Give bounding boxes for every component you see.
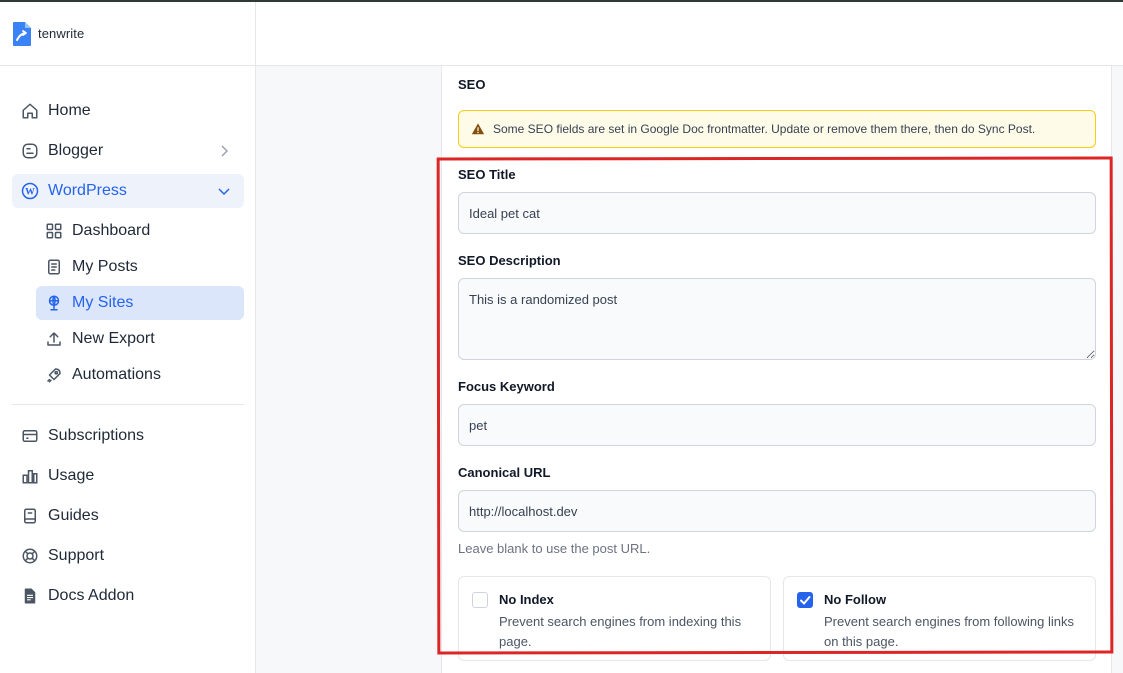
seo-description-label: SEO Description [458, 253, 561, 268]
svg-text:W: W [25, 186, 35, 197]
focus-keyword-label: Focus Keyword [458, 379, 555, 394]
sidebar-item-label: Subscriptions [48, 427, 145, 444]
sidebar-item-label: Home [48, 102, 91, 119]
no-index-description: Prevent search engines from indexing thi… [499, 614, 742, 649]
sidebar-item-label: Guides [48, 507, 99, 524]
sidebar-item-my-posts[interactable]: My Posts [36, 250, 244, 284]
sidebar-item-guides[interactable]: Guides [12, 499, 244, 533]
frontmatter-warning-alert: Some SEO fields are set in Google Doc fr… [458, 110, 1096, 148]
sidebar-item-dashboard[interactable]: Dashboard [36, 214, 244, 248]
sidebar-item-my-sites[interactable]: My Sites [36, 286, 244, 320]
no-index-title: No Index [499, 592, 554, 607]
blogger-icon [20, 141, 40, 161]
no-follow-option[interactable]: No Follow Prevent search engines from fo… [783, 576, 1096, 661]
tenwrite-logo-icon [12, 21, 32, 47]
sidebar-item-support[interactable]: Support [12, 539, 244, 573]
canonical-url-hint: Leave blank to use the post URL. [458, 541, 651, 556]
card-icon [20, 426, 40, 446]
checkmark-icon [800, 596, 811, 605]
sidebar-item-docs-addon[interactable]: Docs Addon [12, 579, 244, 613]
brand[interactable]: tenwrite [0, 2, 255, 66]
brand-name: tenwrite [38, 26, 85, 41]
no-follow-checkbox[interactable] [797, 592, 813, 608]
sidebar-item-label: Automations [72, 366, 161, 383]
sidebar-item-automations[interactable]: Automations [36, 358, 244, 392]
file-icon [20, 586, 40, 606]
document-icon [44, 257, 64, 277]
sidebar-item-label: New Export [72, 330, 155, 347]
top-bar [256, 2, 1123, 66]
no-follow-description: Prevent search engines from following li… [824, 614, 1075, 649]
seo-title-label: SEO Title [458, 167, 516, 182]
sidebar-item-usage[interactable]: Usage [12, 459, 244, 493]
sidebar-item-new-export[interactable]: New Export [36, 322, 244, 356]
chevron-down-icon [216, 183, 232, 199]
no-follow-title: No Follow [824, 592, 887, 607]
seo-title-input[interactable] [458, 192, 1096, 234]
focus-keyword-input[interactable] [458, 404, 1096, 446]
bar-chart-icon [20, 466, 40, 486]
home-icon [20, 101, 40, 121]
canonical-url-input[interactable] [458, 490, 1096, 532]
sidebar-item-label: WordPress [48, 182, 127, 199]
sidebar-item-wordpress[interactable]: W WordPress [12, 174, 244, 208]
alert-text: Some SEO fields are set in Google Doc fr… [493, 122, 1036, 136]
no-index-option[interactable]: No Index Prevent search engines from ind… [458, 576, 771, 661]
rocket-icon [44, 365, 64, 385]
no-index-checkbox[interactable] [472, 592, 488, 608]
upload-icon [44, 329, 64, 349]
sidebar-item-label: My Sites [72, 294, 134, 311]
seo-description-textarea[interactable]: This is a randomized post [458, 278, 1096, 360]
sidebar-item-home[interactable]: Home [12, 94, 244, 128]
section-title: SEO [458, 77, 486, 92]
sidebar-item-label: Docs Addon [48, 587, 135, 604]
lifebuoy-icon [20, 546, 40, 566]
sidebar-item-label: My Posts [72, 258, 138, 275]
sidebar-item-label: Dashboard [72, 222, 151, 239]
sidebar-item-blogger[interactable]: Blogger [12, 134, 244, 168]
book-icon [20, 506, 40, 526]
globe-icon [44, 293, 64, 313]
sidebar-divider [12, 404, 244, 405]
wordpress-submenu: Dashboard My Posts My Sites New Export A… [12, 214, 244, 392]
sidebar-item-label: Blogger [48, 142, 104, 159]
sidebar: tenwrite Home Blogger W WordPress Dashbo… [0, 2, 256, 673]
canonical-url-label: Canonical URL [458, 465, 551, 480]
sidebar-item-label: Support [48, 547, 105, 564]
sidebar-item-label: Usage [48, 467, 95, 484]
warning-icon [471, 122, 485, 136]
sidebar-item-subscriptions[interactable]: Subscriptions [12, 419, 244, 453]
dashboard-icon [44, 221, 64, 241]
wordpress-icon: W [20, 181, 40, 201]
main-nav: Home Blogger W WordPress Dashboard My Po… [12, 94, 244, 619]
chevron-right-icon [216, 143, 232, 159]
